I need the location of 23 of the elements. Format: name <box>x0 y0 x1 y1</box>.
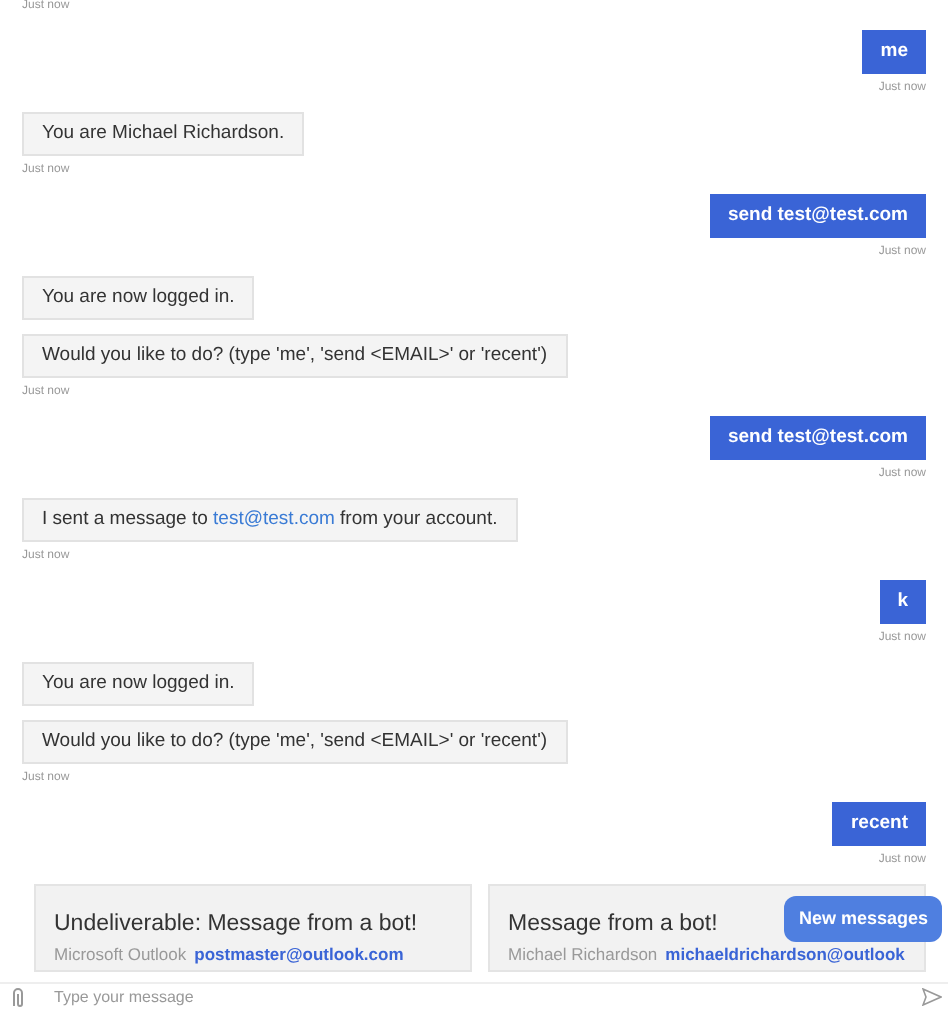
bot-message: Would you like to do? (type 'me', 'send <EMAIL>' or 'recent') <box>22 720 568 764</box>
bot-message: I sent a message to test@test.com from your account. <box>22 498 518 542</box>
email-title: Message from a bot! <box>508 910 718 938</box>
user-message: send test@test.com <box>709 194 926 238</box>
bot-message: You are now logged in. <box>22 276 255 320</box>
email-title: Undeliverable: Message from a bot! <box>54 910 418 938</box>
email-link[interactable]: test@test.com <box>213 508 335 530</box>
email-sender: Michael Richardson <box>508 944 658 966</box>
user-message: recent <box>832 802 926 846</box>
email-address[interactable]: postmaster@outlook.com <box>194 944 404 966</box>
user-message: me <box>862 30 926 74</box>
user-message: k <box>879 580 926 624</box>
new-messages-toast[interactable]: New messages <box>784 895 942 942</box>
email-address[interactable]: michaeldrichardson@outlook <box>665 944 905 966</box>
bot-message: You are Michael Richardson. <box>22 112 305 156</box>
send-icon[interactable] <box>922 988 942 1006</box>
paperclip-icon[interactable] <box>10 987 26 1007</box>
user-message: send test@test.com <box>709 416 926 460</box>
email-sender: Microsoft Outlook <box>54 944 187 966</box>
message-input[interactable]: Type your message <box>54 985 922 1009</box>
bot-message: You are now logged in. <box>22 662 255 706</box>
bot-message: Would you like to do? (type 'me', 'send <EMAIL>' or 'recent') <box>22 334 568 378</box>
email-card[interactable]: Undeliverable: Message from a bot! Microsoft Outlook postmaster@outlook.com <box>34 884 472 972</box>
